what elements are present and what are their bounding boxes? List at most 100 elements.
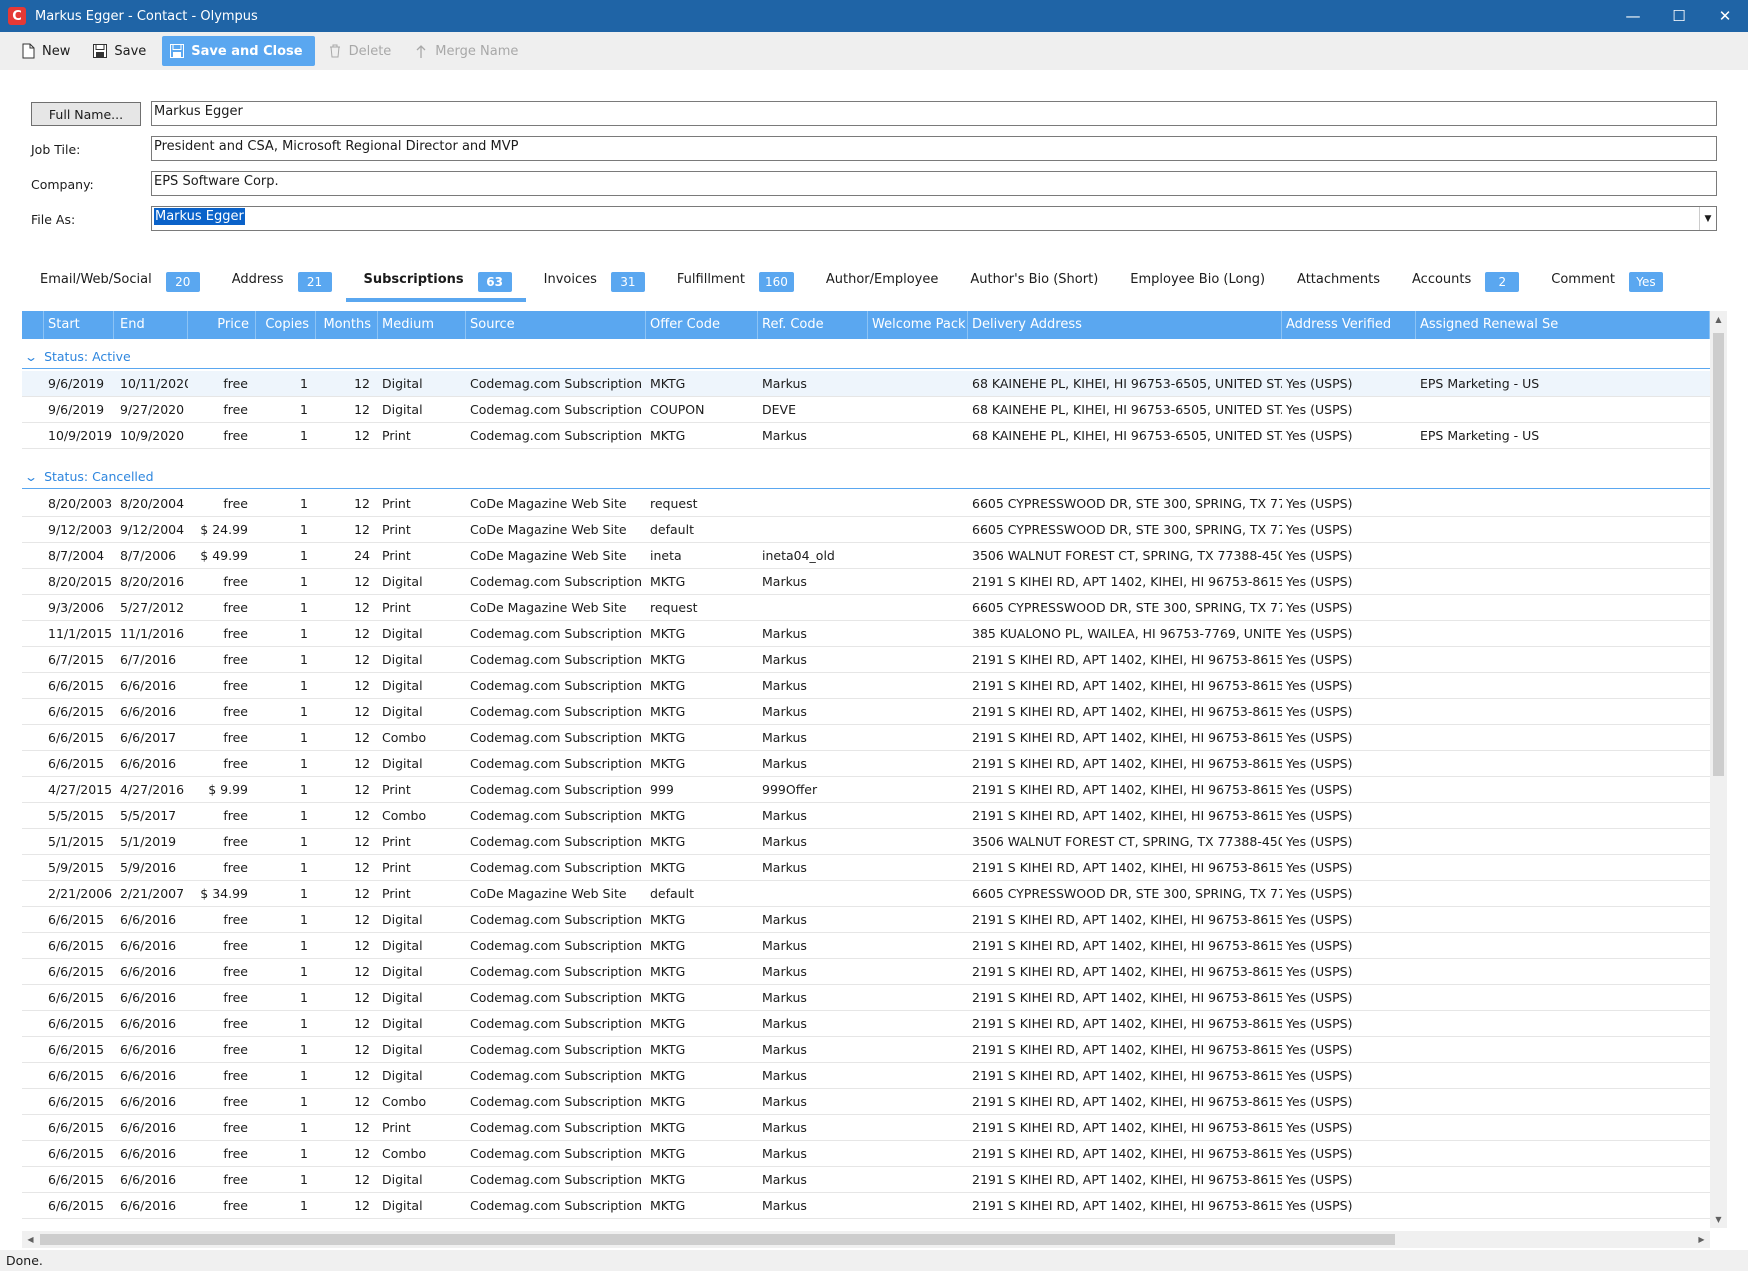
merge-name-button[interactable]: Merge Name: [407, 36, 528, 66]
table-row[interactable]: 11/1/2015 11/1/2016 free 1 12 Digital Codemag.…: [22, 621, 1710, 647]
column-header-welcome-pack[interactable]: Welcome Pack: [868, 311, 968, 339]
table-row[interactable]: 6/6/2015 6/6/2016 free 1 12 Digital Codemag.co…: [22, 933, 1710, 959]
tab-subscriptions[interactable]: Subscriptions 63: [345, 266, 526, 302]
column-header-source[interactable]: Source: [466, 311, 646, 339]
table-row[interactable]: 6/6/2015 6/6/2016 free 1 12 Combo Codemag.com …: [22, 1089, 1710, 1115]
minimize-button[interactable]: —: [1610, 0, 1656, 32]
column-header-ref-code[interactable]: Ref. Code: [758, 311, 868, 339]
scroll-left-icon[interactable]: ◀: [22, 1231, 39, 1248]
cell-offer-code: MKTG: [650, 1016, 686, 1031]
table-row[interactable]: 6/6/2015 6/6/2016 free 1 12 Digital Codemag.co…: [22, 985, 1710, 1011]
horizontal-scrollbar[interactable]: ◀ ▶: [22, 1231, 1710, 1248]
column-header-assigned-renewal[interactable]: Assigned Renewal Se: [1416, 311, 1710, 339]
table-row[interactable]: 4/27/2015 4/27/2016 $ 9.99 1 12 Print Codemag.…: [22, 777, 1710, 803]
table-row[interactable]: 9/12/2003 9/12/2004 $ 24.99 1 12 Print CoDe Ma…: [22, 517, 1710, 543]
tab-comment[interactable]: Comment Yes: [1533, 266, 1677, 302]
group-header-row[interactable]: ⌄ Status: Active: [22, 345, 1710, 369]
column-header-offer-code[interactable]: Offer Code: [646, 311, 758, 339]
delete-button[interactable]: Delete: [321, 36, 402, 66]
table-row[interactable]: 5/5/2015 5/5/2017 free 1 12 Combo Codemag.com …: [22, 803, 1710, 829]
tab-address[interactable]: Address 21: [214, 266, 346, 302]
table-row[interactable]: 10/9/2019 10/9/2020 free 1 12 Print Codemag.co…: [22, 423, 1710, 449]
tab-email-web-social[interactable]: Email/Web/Social 20: [22, 266, 214, 302]
table-row[interactable]: 6/6/2015 6/6/2016 free 1 12 Digital Codemag.co…: [22, 1193, 1710, 1219]
cell-copies: 1: [300, 1016, 308, 1031]
column-header-address-verified[interactable]: Address Verified: [1282, 311, 1416, 339]
scroll-right-icon[interactable]: ▶: [1693, 1231, 1710, 1248]
new-button[interactable]: New: [14, 36, 80, 66]
full-name-button[interactable]: Full Name...: [31, 102, 141, 126]
company-field[interactable]: EPS Software Corp.: [151, 171, 1717, 196]
cell-price: free: [223, 730, 248, 745]
cell-offer-code: MKTG: [650, 1042, 686, 1057]
cell-start: 9/6/2019: [48, 376, 105, 391]
cell-welcome-pack: [872, 699, 968, 725]
cell-delivery-address: 2191 S KIHEI RD, APT 1402, KIHEI, HI 967…: [972, 808, 1282, 823]
table-row[interactable]: 5/9/2015 5/9/2016 free 1 12 Print Codemag.com …: [22, 855, 1710, 881]
chevron-down-icon[interactable]: ▼: [1699, 207, 1716, 230]
table-row[interactable]: 6/7/2015 6/7/2016 free 1 12 Digital Codemag.co…: [22, 647, 1710, 673]
tab-attachments[interactable]: Attachments: [1279, 266, 1394, 302]
job-title-field[interactable]: President and CSA, Microsoft Regional Di…: [151, 136, 1717, 161]
table-row[interactable]: 8/7/2004 8/7/2006 $ 49.99 1 24 Print CoDe Maga…: [22, 543, 1710, 569]
cell-offer-code: default: [650, 522, 694, 537]
tab-label: Subscriptions: [363, 272, 464, 287]
full-name-field[interactable]: Markus Egger: [151, 101, 1717, 126]
table-row[interactable]: 6/6/2015 6/6/2016 free 1 12 Digital Codemag.co…: [22, 673, 1710, 699]
table-row[interactable]: 6/6/2015 6/6/2016 free 1 12 Digital Codemag.co…: [22, 959, 1710, 985]
vertical-scrollbar[interactable]: ▲ ▼: [1710, 311, 1727, 1228]
column-header-medium[interactable]: Medium: [378, 311, 466, 339]
cell-medium: Digital: [382, 756, 423, 771]
column-header-copies[interactable]: Copies: [256, 311, 316, 339]
tab-invoices[interactable]: Invoices 31: [526, 266, 659, 302]
chevron-down-icon[interactable]: ⌄: [24, 350, 38, 364]
cell-source: Codemag.com Subscription: [470, 1042, 643, 1057]
table-row[interactable]: 9/3/2006 5/27/2012 free 1 12 Print CoDe Magazi…: [22, 595, 1710, 621]
cell-copies: 1: [300, 834, 308, 849]
maximize-button[interactable]: ☐: [1656, 0, 1702, 32]
table-row[interactable]: 2/21/2006 2/21/2007 $ 34.99 1 12 Print CoDe Ma…: [22, 881, 1710, 907]
tab-author-s-bio-short[interactable]: Author's Bio (Short): [952, 266, 1112, 302]
file-as-select[interactable]: Markus Egger ▼: [151, 206, 1717, 231]
cell-source: Codemag.com Subscription: [470, 860, 643, 875]
tab-author-employee[interactable]: Author/Employee: [808, 266, 953, 302]
scroll-up-icon[interactable]: ▲: [1710, 311, 1727, 328]
table-row[interactable]: 6/6/2015 6/6/2016 free 1 12 Print Codemag.com …: [22, 1115, 1710, 1141]
vertical-scroll-thumb[interactable]: [1713, 333, 1724, 776]
table-row[interactable]: 6/6/2015 6/6/2016 free 1 12 Digital Codemag.co…: [22, 907, 1710, 933]
column-header-months[interactable]: Months: [316, 311, 378, 339]
tab-accounts[interactable]: Accounts 2: [1394, 266, 1533, 302]
table-row[interactable]: 5/1/2015 5/1/2019 free 1 12 Print Codemag.com …: [22, 829, 1710, 855]
cell-medium: Digital: [382, 678, 423, 693]
tab-employee-bio-long[interactable]: Employee Bio (Long): [1112, 266, 1279, 302]
chevron-down-icon[interactable]: ⌄: [24, 470, 38, 484]
save-and-close-button[interactable]: Save and Close: [162, 36, 315, 66]
table-row[interactable]: 6/6/2015 6/6/2016 free 1 12 Digital Codemag.co…: [22, 1037, 1710, 1063]
group-header-row[interactable]: ⌄ Status: Cancelled: [22, 465, 1710, 489]
scroll-down-icon[interactable]: ▼: [1710, 1211, 1727, 1228]
tab-strip: Email/Web/Social 20 Address 21 Subscriptions…: [22, 266, 1677, 302]
table-row[interactable]: 9/6/2019 9/27/2020 free 1 12 Digital Codemag.c…: [22, 397, 1710, 423]
table-row[interactable]: 6/6/2015 6/6/2016 free 1 12 Digital Codemag.co…: [22, 751, 1710, 777]
tab-fulfillment[interactable]: Fulfillment 160: [659, 266, 808, 302]
cell-copies: 1: [300, 808, 308, 823]
table-row[interactable]: 6/6/2015 6/6/2017 free 1 12 Combo Codemag.com …: [22, 725, 1710, 751]
column-header-price[interactable]: Price: [188, 311, 256, 339]
table-row[interactable]: 6/6/2015 6/6/2016 free 1 12 Digital Codemag.co…: [22, 1167, 1710, 1193]
table-row[interactable]: 8/20/2015 8/20/2016 free 1 12 Digital Codemag.…: [22, 569, 1710, 595]
column-header-end[interactable]: End: [116, 311, 188, 339]
cell-price: free: [223, 834, 248, 849]
column-header-start[interactable]: Start: [44, 311, 114, 339]
table-row[interactable]: 6/6/2015 6/6/2016 free 1 12 Digital Codemag.co…: [22, 1011, 1710, 1037]
save-button[interactable]: Save: [86, 36, 156, 66]
cell-start: 6/6/2015: [48, 1094, 105, 1109]
cell-copies: 1: [300, 730, 308, 745]
close-button[interactable]: ✕: [1702, 0, 1748, 32]
table-row[interactable]: 6/6/2015 6/6/2016 free 1 12 Digital Codemag.co…: [22, 699, 1710, 725]
table-row[interactable]: 8/20/2003 8/20/2004 free 1 12 Print CoDe Magaz…: [22, 491, 1710, 517]
table-row[interactable]: 9/6/2019 10/11/2020 free 1 12 Digital Codemag.…: [22, 371, 1710, 397]
column-header-delivery-address[interactable]: Delivery Address: [968, 311, 1282, 339]
horizontal-scroll-thumb[interactable]: [40, 1234, 1395, 1245]
table-row[interactable]: 6/6/2015 6/6/2016 free 1 12 Combo Codemag.com …: [22, 1141, 1710, 1167]
table-row[interactable]: 6/6/2015 6/6/2016 free 1 12 Digital Codemag.co…: [22, 1063, 1710, 1089]
